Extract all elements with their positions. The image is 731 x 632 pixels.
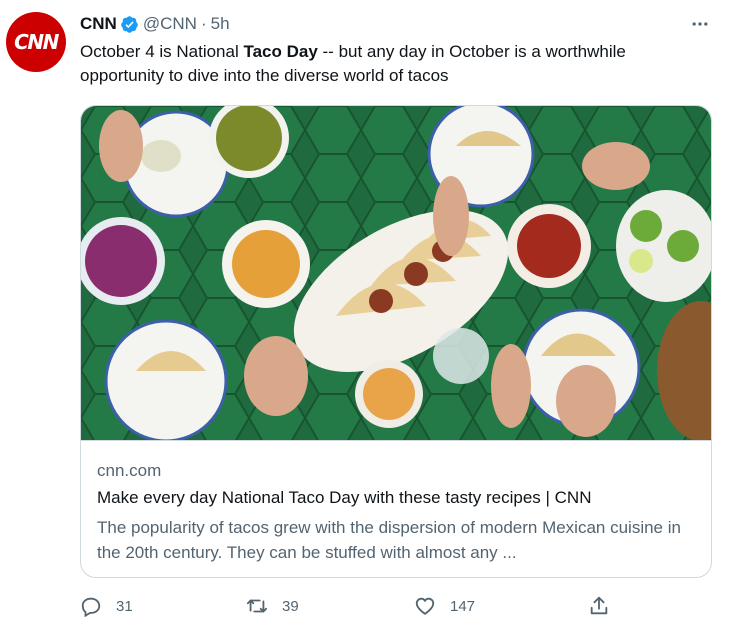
tweet-timestamp[interactable]: 5h <box>211 14 230 34</box>
card-title: Make every day National Taco Day with th… <box>97 488 592 507</box>
tweet-text-start: October 4 is National <box>80 42 244 61</box>
reply-icon <box>81 597 101 617</box>
card-domain: cnn.com <box>97 461 162 480</box>
card-description: The popularity of tacos grew with the di… <box>97 518 681 562</box>
heart-icon <box>415 597 435 615</box>
action-bar: 31 39 147 <box>80 594 720 618</box>
card-image <box>81 106 711 440</box>
link-preview-card[interactable]: cnn.com Make every day National Taco Day… <box>80 105 712 578</box>
reply-count: 31 <box>116 597 133 615</box>
reply-button[interactable]: 31 <box>80 594 133 618</box>
avatar[interactable]: CNN <box>6 12 66 72</box>
card-body: cnn.com Make every day National Taco Day… <box>81 440 711 577</box>
verified-badge-icon <box>121 15 138 33</box>
tweet[interactable]: CNN CNN @CNN · 5h October 4 is National … <box>0 0 731 632</box>
retweet-count: 39 <box>282 597 299 615</box>
author-name[interactable]: CNN <box>80 14 117 34</box>
share-button[interactable] <box>588 594 610 618</box>
author-handle[interactable]: @CNN <box>143 14 197 34</box>
more-options-button[interactable] <box>688 12 712 36</box>
cnn-logo: CNN <box>14 30 59 54</box>
more-icon <box>692 22 708 26</box>
share-icon <box>590 596 608 615</box>
separator-dot: · <box>200 14 207 33</box>
tweet-text-bold: Taco Day <box>243 42 318 61</box>
like-count: 147 <box>450 597 476 615</box>
retweet-icon <box>246 599 268 613</box>
retweet-button[interactable]: 39 <box>246 594 299 618</box>
tweet-text: October 4 is National Taco Day -- but an… <box>80 40 710 88</box>
like-button[interactable]: 147 <box>414 594 475 618</box>
tweet-header: CNN @CNN · 5h <box>80 13 230 35</box>
